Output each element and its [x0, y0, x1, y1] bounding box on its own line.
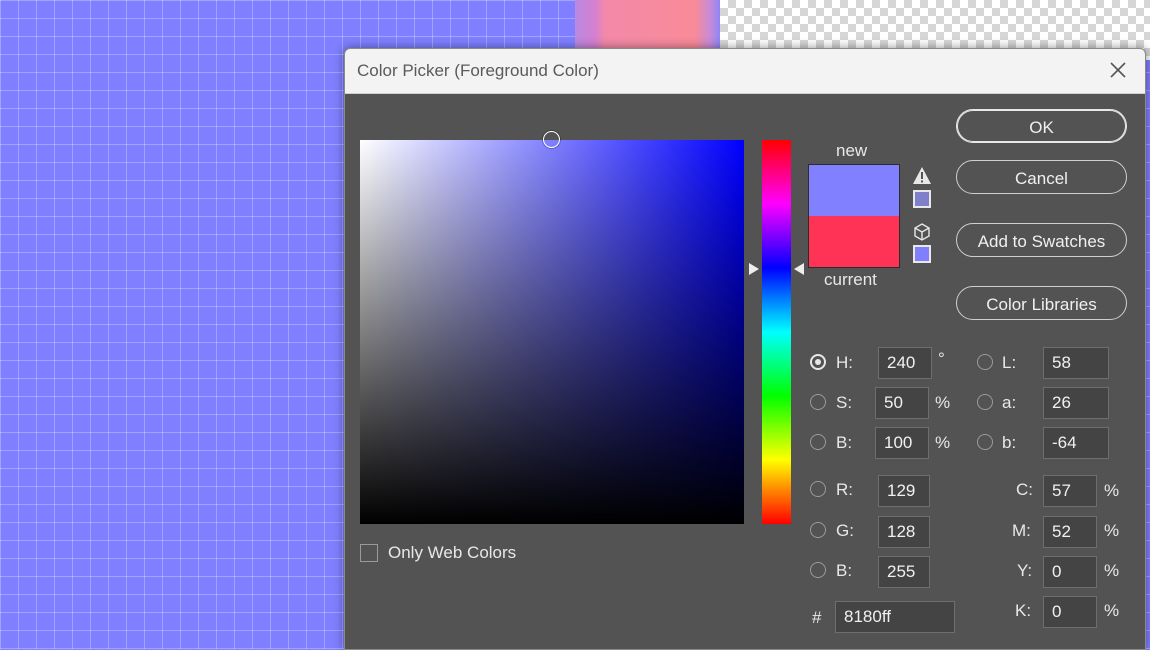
color-field[interactable]	[360, 131, 744, 524]
green-label: G:	[836, 521, 854, 540]
b-channel-label: b:	[1002, 433, 1017, 452]
cancel-button[interactable]: Cancel	[956, 160, 1127, 194]
radio-b-channel[interactable]	[977, 434, 993, 450]
brightness-input[interactable]: 100	[875, 427, 929, 459]
brightness-label: B:	[836, 433, 853, 452]
hue-label: H:	[836, 353, 853, 372]
magenta-label: M:	[1012, 521, 1031, 540]
hue-slider[interactable]	[762, 140, 791, 524]
warning-icon[interactable]	[912, 166, 932, 186]
saturation-unit: %	[935, 393, 951, 412]
radio-red[interactable]	[810, 481, 826, 497]
brightness-unit: %	[935, 433, 951, 452]
radio-a-channel[interactable]	[977, 394, 993, 410]
magenta-input[interactable]: 52	[1043, 516, 1097, 548]
black-unit: %	[1104, 601, 1120, 620]
hex-input[interactable]: 8180ff	[835, 601, 955, 633]
saturation-input[interactable]: 50	[875, 387, 929, 419]
hue-unit: °	[938, 349, 945, 368]
hex-label: #	[812, 608, 822, 627]
web-safe-swatch[interactable]	[913, 245, 931, 263]
saturation-label: S:	[836, 393, 853, 412]
hue-slider-handle-right[interactable]	[794, 263, 804, 275]
a-channel-label: a:	[1002, 393, 1017, 412]
green-input[interactable]: 128	[878, 516, 930, 548]
dialog-title: Color Picker (Foreground Color)	[357, 61, 599, 80]
yellow-unit: %	[1104, 561, 1120, 580]
blue-input[interactable]: 255	[878, 556, 930, 588]
red-input[interactable]: 129	[878, 475, 930, 507]
red-label: R:	[836, 480, 853, 499]
cyan-label: C:	[1016, 480, 1033, 499]
hue-input[interactable]: 240	[878, 347, 932, 379]
close-icon[interactable]	[1105, 57, 1131, 83]
radio-green[interactable]	[810, 522, 826, 538]
lightness-label: L:	[1002, 353, 1017, 372]
cyan-unit: %	[1104, 481, 1120, 500]
hue-slider-handle-left[interactable]	[749, 263, 759, 275]
new-label: new	[836, 141, 868, 160]
color-libraries-button[interactable]: Color Libraries	[956, 286, 1127, 320]
radio-saturation[interactable]	[810, 394, 826, 410]
new-color-swatch	[809, 165, 899, 216]
only-web-colors-label[interactable]: Only Web Colors	[388, 543, 516, 563]
radio-hue[interactable]	[810, 354, 826, 370]
radio-brightness[interactable]	[810, 434, 826, 450]
magenta-unit: %	[1104, 521, 1120, 540]
radio-lightness[interactable]	[977, 354, 993, 370]
black-input[interactable]: 0	[1043, 596, 1097, 628]
yellow-input[interactable]: 0	[1043, 556, 1097, 588]
title-bar: Color Picker (Foreground Color)	[345, 49, 1145, 94]
current-color-swatch[interactable]	[809, 216, 899, 267]
black-label: K:	[1015, 601, 1032, 620]
a-channel-input[interactable]: 26	[1043, 387, 1109, 419]
color-field-cursor[interactable]	[543, 131, 560, 148]
b-channel-input[interactable]: -64	[1043, 427, 1109, 459]
cube-icon[interactable]	[912, 222, 932, 242]
current-label: current	[824, 270, 877, 289]
only-web-colors-checkbox[interactable]	[360, 544, 378, 562]
color-preview	[808, 164, 900, 268]
ok-button[interactable]: OK	[956, 109, 1127, 143]
blue-label: B:	[836, 561, 853, 580]
radio-blue[interactable]	[810, 562, 826, 578]
cyan-input[interactable]: 57	[1043, 475, 1097, 507]
color-picker-dialog: Color Picker (Foreground Color) new curr…	[344, 48, 1146, 650]
add-to-swatches-button[interactable]: Add to Swatches	[956, 223, 1127, 257]
lightness-input[interactable]: 58	[1043, 347, 1109, 379]
yellow-label: Y:	[1017, 561, 1033, 580]
gamut-swatch[interactable]	[913, 190, 931, 208]
